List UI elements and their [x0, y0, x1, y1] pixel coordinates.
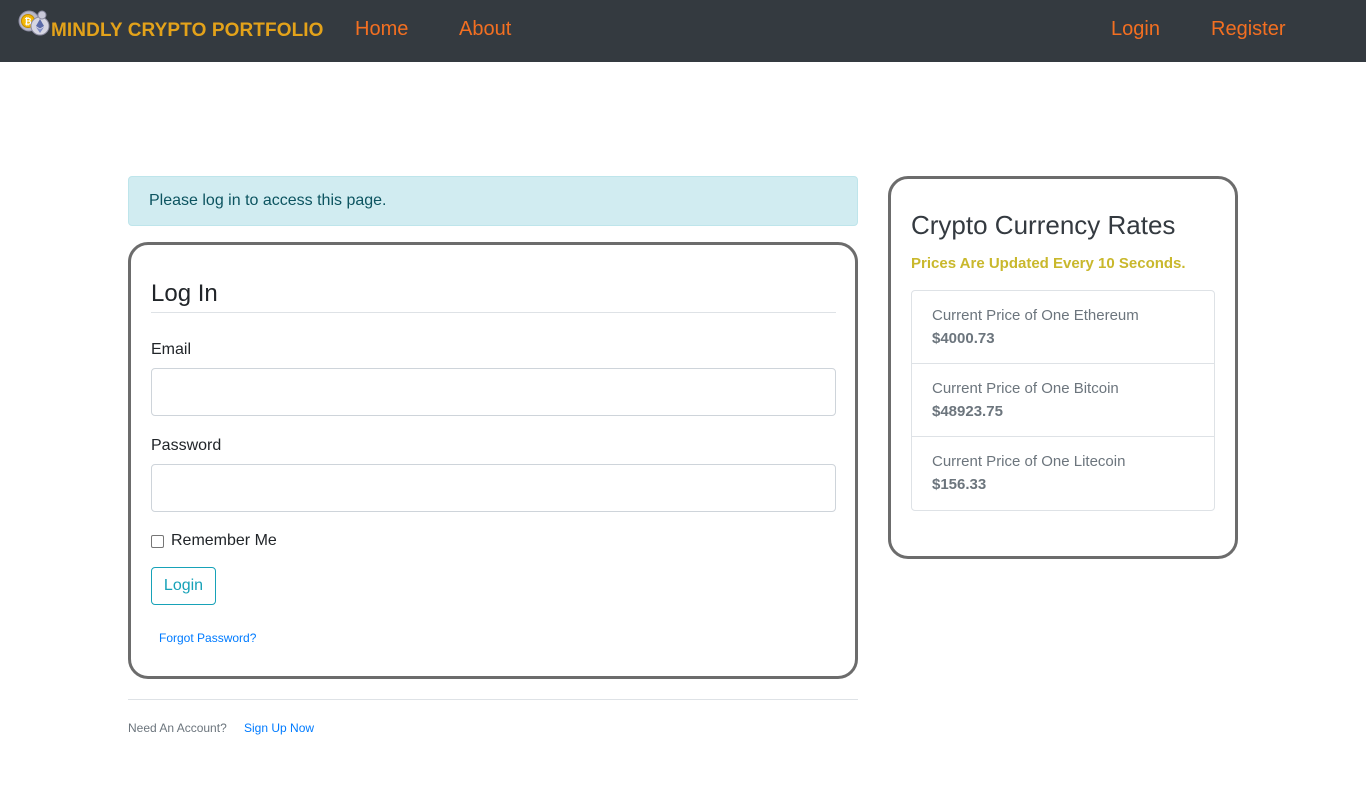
rates-list: Current Price of One Ethereum $4000.73 C… [911, 290, 1215, 511]
nav-register-link[interactable]: Register [1211, 18, 1285, 41]
footer-divider [128, 699, 858, 700]
rate-price: $4000.73 [932, 330, 995, 347]
remember-me-label: Remember Me [171, 532, 277, 549]
email-field[interactable] [151, 368, 836, 416]
rate-price: $48923.75 [932, 403, 1003, 420]
rates-title: Crypto Currency Rates [911, 210, 1176, 240]
rate-item-litecoin: Current Price of One Litecoin $156.33 [912, 437, 1214, 510]
login-submit-button[interactable]: Login [151, 567, 216, 605]
rate-name: Current Price of One Bitcoin [932, 380, 1119, 397]
top-navbar: ₿ MINDLY CRYPTO PORTFOLIO Home About Log… [0, 0, 1366, 62]
remember-me-row: Remember Me [151, 532, 277, 550]
rate-price: $156.33 [932, 476, 987, 493]
brand-name: MINDLY CRYPTO PORTFOLIO [51, 20, 324, 41]
rate-name: Current Price of One Litecoin [932, 453, 1126, 470]
remember-me-checkbox[interactable] [151, 534, 164, 548]
legend-divider [151, 312, 836, 313]
forgot-password-link[interactable]: Forgot Password? [159, 631, 256, 645]
nav-login-link[interactable]: Login [1111, 18, 1160, 41]
nav-about-link[interactable]: About [459, 18, 511, 41]
login-title: Log In [151, 280, 218, 307]
sign-up-link[interactable]: Sign Up Now [244, 721, 314, 735]
nav-home-link[interactable]: Home [355, 18, 408, 41]
crypto-coins-logo-icon: ₿ [17, 9, 50, 42]
password-label: Password [151, 437, 222, 454]
login-card: Log In Email Password Remember Me Login … [128, 242, 858, 679]
email-label: Email [151, 341, 192, 358]
crypto-rates-card: Crypto Currency Rates Prices Are Updated… [888, 176, 1238, 559]
need-account-text: Need An Account? [128, 721, 227, 735]
rate-name: Current Price of One Ethereum [932, 307, 1139, 324]
rate-item-ethereum: Current Price of One Ethereum $4000.73 [912, 291, 1214, 364]
login-required-alert: Please log in to access this page. [128, 176, 858, 226]
password-field[interactable] [151, 464, 836, 512]
brand-link[interactable]: ₿ MINDLY CRYPTO PORTFOLIO [17, 5, 324, 57]
rate-item-bitcoin: Current Price of One Bitcoin $48923.75 [912, 364, 1214, 437]
rates-subtitle: Prices Are Updated Every 10 Seconds. [911, 255, 1186, 272]
